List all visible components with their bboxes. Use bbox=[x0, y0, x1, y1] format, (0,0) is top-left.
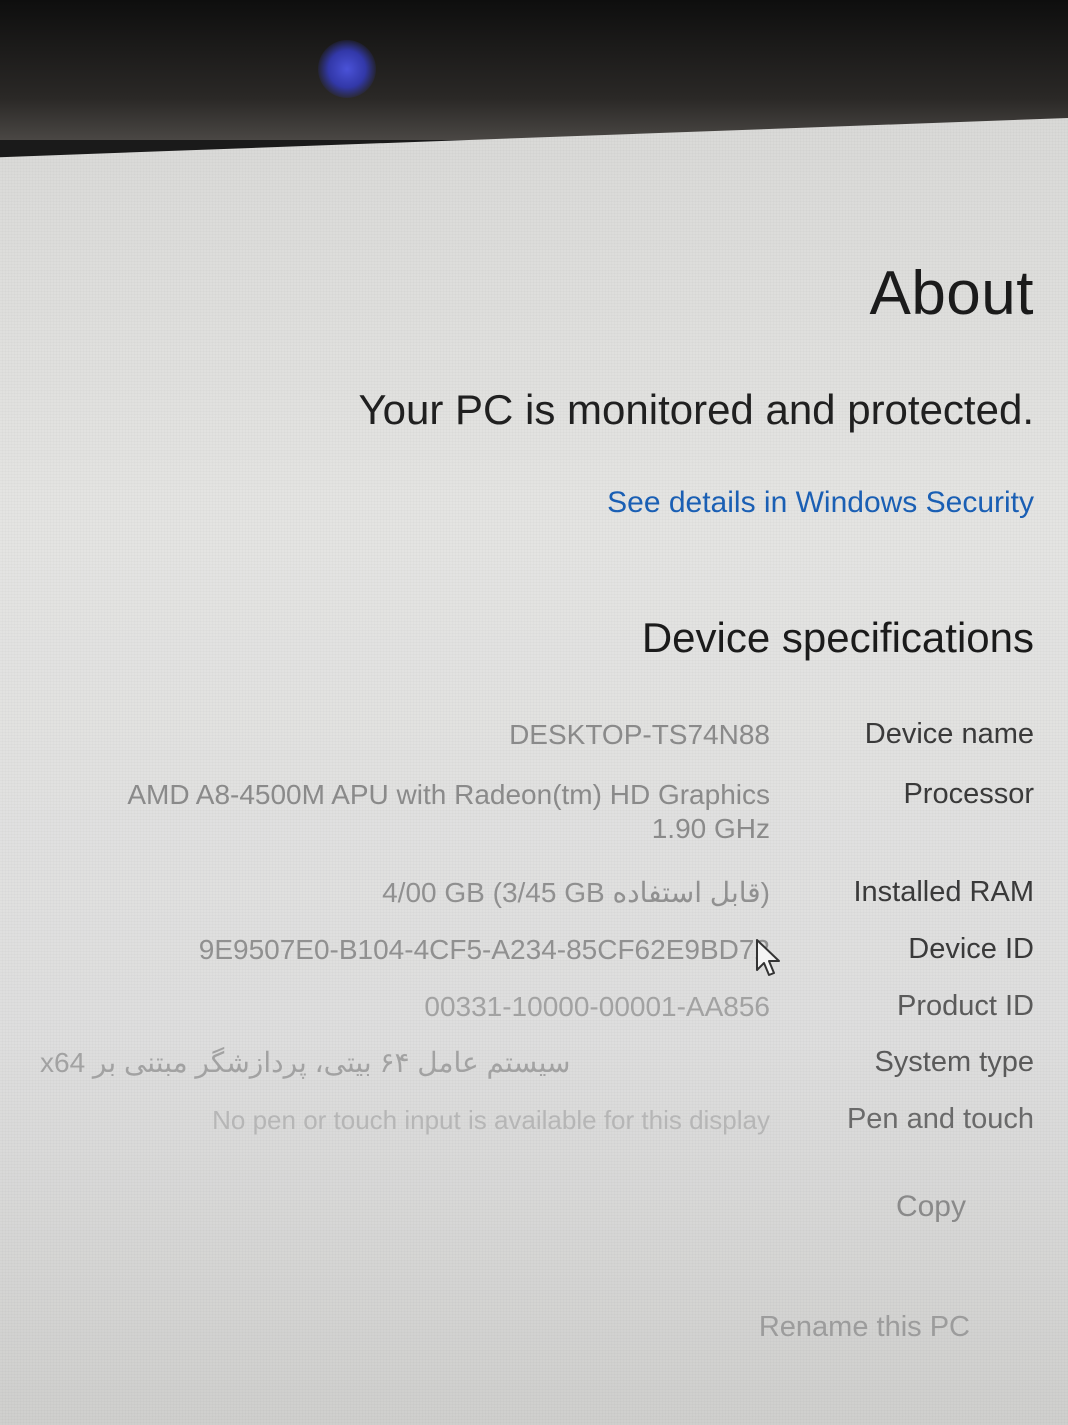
installed-ram-label: Installed RAM bbox=[853, 876, 1034, 908]
about-settings-page: About Your PC is monitored and protected… bbox=[0, 118, 1068, 1425]
spec-row-pen-touch: No pen or touch input is available for t… bbox=[34, 1103, 1034, 1143]
processor-value: AMD A8-4500M APU with Radeon(tm) HD Grap… bbox=[40, 778, 770, 846]
mouse-pointer-icon bbox=[756, 939, 780, 976]
pen-touch-value: No pen or touch input is available for t… bbox=[212, 1105, 770, 1135]
system-type-value: سیستم عامل ۶۴ بیتی، پردازشگر مبتنی بر x6… bbox=[40, 1047, 571, 1078]
spec-row-system-type: سیستم عامل ۶۴ بیتی، پردازشگر مبتنی بر x6… bbox=[34, 1046, 1034, 1086]
copy-button[interactable]: Copy bbox=[896, 1190, 966, 1224]
device-specifications-heading: Device specifications bbox=[641, 614, 1034, 661]
rename-pc-button[interactable]: Rename this PC bbox=[759, 1311, 970, 1344]
processor-label: Processor bbox=[903, 778, 1034, 810]
processor-value-line2: 1.90 GHz bbox=[651, 813, 770, 844]
device-id-label: Device ID bbox=[908, 933, 1034, 965]
monitor-bezel bbox=[0, 0, 1068, 140]
spec-row-processor: AMD A8-4500M APU with Radeon(tm) HD Grap… bbox=[34, 778, 1034, 858]
system-type-label: System type bbox=[874, 1046, 1034, 1078]
device-name-value: DESKTOP-TS74N88 bbox=[509, 719, 770, 750]
device-id-value: 9E9507E0-B104-4CF5-A234-85CF62E9BD72 bbox=[198, 934, 770, 965]
protection-status-text: Your PC is monitored and protected. bbox=[358, 386, 1034, 433]
installed-ram-value: 4/00 GB (3/45 GB قابل استفاده) bbox=[382, 877, 770, 908]
page-title: About bbox=[869, 259, 1034, 328]
processor-value-line1: AMD A8-4500M APU with Radeon(tm) HD Grap… bbox=[127, 779, 770, 810]
spec-row-product-id: 00331-10000-00001-AA856 Product ID bbox=[34, 990, 1034, 1030]
webcam-led-icon bbox=[318, 40, 376, 98]
product-id-label: Product ID bbox=[897, 990, 1034, 1022]
product-id-value: 00331-10000-00001-AA856 bbox=[424, 991, 770, 1022]
spec-row-device-name: DESKTOP-TS74N88 Device name bbox=[34, 718, 1034, 758]
windows-security-link[interactable]: See details in Windows Security bbox=[607, 486, 1034, 520]
device-name-label: Device name bbox=[864, 718, 1034, 750]
spec-row-device-id: 9E9507E0-B104-4CF5-A234-85CF62E9BD72 Dev… bbox=[34, 933, 1034, 973]
pen-touch-label: Pen and touch bbox=[846, 1103, 1034, 1135]
spec-row-installed-ram: 4/00 GB (3/45 GB قابل استفاده) Installed… bbox=[34, 876, 1034, 916]
